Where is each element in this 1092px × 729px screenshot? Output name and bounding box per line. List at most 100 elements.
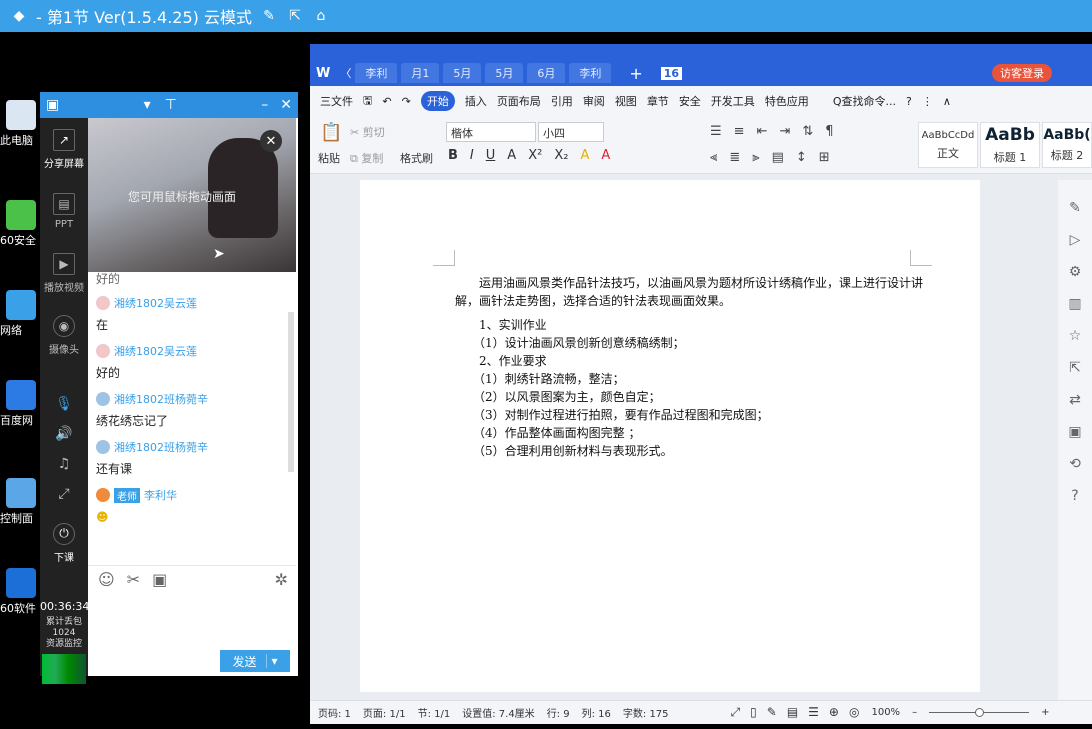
camera-button[interactable]: ◉ 摄像头 <box>40 304 88 366</box>
minimize-icon[interactable]: – <box>261 97 268 113</box>
menu-features[interactable]: 特色应用 <box>765 93 809 109</box>
show-marks-icon[interactable]: ¶ <box>825 124 833 139</box>
fit-icon[interactable]: ⤢ <box>731 705 741 720</box>
strikethrough-icon[interactable]: A <box>507 148 516 163</box>
speaker-icon[interactable]: 🔊 <box>55 426 72 442</box>
subscript-icon[interactable]: X₂ <box>554 148 568 163</box>
write-icon[interactable]: ✎ <box>767 705 777 720</box>
desktop-icon-software[interactable]: 60软件 <box>0 568 40 616</box>
align-center-icon[interactable]: ≣ <box>729 150 740 165</box>
outline-icon[interactable]: ☰ <box>808 705 819 720</box>
close-icon[interactable]: ✕ <box>280 97 292 113</box>
copy-button[interactable]: ⧉ 复制 <box>350 150 383 166</box>
numbered-list-icon[interactable]: ≡ <box>734 124 745 139</box>
bullet-list-icon[interactable]: ☰ <box>710 124 722 139</box>
settings-icon[interactable]: ✲ <box>275 570 288 589</box>
align-right-icon[interactable]: ⫸ <box>752 150 759 165</box>
align-left-icon[interactable]: ⫷ <box>710 150 717 165</box>
bold-icon[interactable]: B <box>448 148 458 163</box>
desktop-icon-computer[interactable]: 此电脑 <box>0 100 40 148</box>
justify-icon[interactable]: ▤ <box>772 150 784 165</box>
menu-insert[interactable]: 插入 <box>465 93 487 109</box>
home-icon[interactable]: ⌂ <box>312 7 330 25</box>
tab-doc[interactable]: 5月 <box>485 63 524 83</box>
zoom-in-icon[interactable]: + <box>1041 707 1049 718</box>
history-icon[interactable]: ⟲ <box>1069 456 1081 472</box>
library-icon[interactable]: ▥ <box>1068 296 1081 312</box>
chat-scrollbar[interactable] <box>288 312 294 472</box>
play-video-button[interactable]: ▶ 播放视频 <box>40 242 88 304</box>
paste-icon[interactable]: 📋 <box>320 122 342 143</box>
share-icon[interactable]: ⇱ <box>286 7 304 25</box>
style-normal[interactable]: AaBbCcDd 正文 <box>918 122 978 168</box>
camera-video[interactable]: 您可用鼠标拖动画面 ✕ ➤ <box>88 118 296 272</box>
desktop-icon-network[interactable]: 网络 <box>0 290 40 338</box>
share-screen-button[interactable]: ↗ 分享屏幕 <box>40 118 88 180</box>
line-spacing-icon[interactable]: ↕ <box>796 150 807 165</box>
style-heading-1[interactable]: AaBb 标题 1 <box>980 122 1040 168</box>
save-icon[interactable]: 🖫 <box>363 92 372 111</box>
underline-icon[interactable]: U <box>486 148 496 163</box>
microphone-icon[interactable]: 🎙 <box>55 396 73 412</box>
desktop-icon-360[interactable]: 60安全 <box>0 200 40 248</box>
page-view-icon[interactable]: ▤ <box>787 705 798 720</box>
tab-doc[interactable]: 李利 <box>569 63 612 83</box>
menu-view[interactable]: 视图 <box>615 93 637 109</box>
edit-icon[interactable]: ✎ <box>260 7 278 25</box>
tab-doc[interactable]: 李利 <box>355 63 398 83</box>
emoji-picker-icon[interactable]: ☺ <box>98 570 115 589</box>
font-select[interactable]: 楷体 <box>446 122 536 142</box>
scissors-icon[interactable]: ✂ <box>127 570 140 589</box>
border-icon[interactable]: ⊞ <box>819 150 830 165</box>
more-icon[interactable]: ⋮ <box>922 95 933 108</box>
highlight-icon[interactable]: A <box>580 148 589 163</box>
read-mode-icon[interactable]: ▯ <box>750 705 757 720</box>
new-tab-icon[interactable]: + <box>629 64 642 83</box>
superscript-icon[interactable]: X² <box>528 148 542 163</box>
tab-doc[interactable]: 月1 <box>401 63 440 83</box>
cut-button[interactable]: ✂ 剪切 <box>350 124 385 140</box>
style-heading-2[interactable]: AaBb( 标题 2 <box>1042 122 1092 168</box>
menu-home[interactable]: 开始 <box>420 91 455 111</box>
fullscreen-icon[interactable]: ⤢ <box>58 486 69 502</box>
menu-chapter[interactable]: 章节 <box>647 93 669 109</box>
zoom-level[interactable]: 100% <box>871 707 900 718</box>
menu-dev-tools[interactable]: 开发工具 <box>711 93 755 109</box>
chat-input[interactable] <box>88 593 296 645</box>
desktop-icon-control[interactable]: 控制面 <box>0 478 40 526</box>
pen-icon[interactable]: ✎ <box>1069 200 1081 216</box>
menu-review[interactable]: 审阅 <box>583 93 605 109</box>
menu-references[interactable]: 引用 <box>551 93 573 109</box>
zoom-slider[interactable] <box>929 708 1030 717</box>
tab-doc[interactable]: 5月 <box>443 63 482 83</box>
collapse-icon[interactable]: ∧ <box>943 95 951 108</box>
paste-label[interactable]: 粘贴 <box>318 150 340 166</box>
menu-layout[interactable]: 页面布局 <box>497 93 541 109</box>
end-class-button[interactable]: ⏻ 下课 <box>40 512 88 574</box>
tab-back-icon[interactable]: 〈 <box>340 65 351 81</box>
sort-icon[interactable]: ⇅ <box>802 124 813 139</box>
zoom-out-icon[interactable]: – <box>912 707 917 718</box>
send-options-icon[interactable]: ▾ <box>266 654 278 668</box>
ppt-button[interactable]: ▤ PPT <box>40 180 88 242</box>
login-button[interactable]: 访客登录 <box>992 64 1052 82</box>
tab-doc[interactable]: 6月 <box>527 63 566 83</box>
star-icon[interactable]: ☆ <box>1069 328 1082 344</box>
close-video-icon[interactable]: ✕ <box>260 130 282 152</box>
font-size-select[interactable]: 小四 <box>538 122 604 142</box>
outdent-icon[interactable]: ⇤ <box>757 124 768 139</box>
menu-file[interactable]: 三文件 <box>320 93 353 109</box>
menu-security[interactable]: 安全 <box>679 93 701 109</box>
pin-icon[interactable]: ⊤ <box>165 97 177 113</box>
italic-icon[interactable]: I <box>470 148 474 163</box>
search-command[interactable]: Q查找命令... <box>833 93 896 109</box>
format-painter-button[interactable]: 格式刷 <box>400 150 433 166</box>
adjust-icon[interactable]: ⚙ <box>1069 264 1082 280</box>
share-doc-icon[interactable]: ⇱ <box>1069 360 1081 376</box>
indent-icon[interactable]: ⇥ <box>779 124 790 139</box>
undo-icon[interactable]: ↶ <box>382 95 391 108</box>
help-circle-icon[interactable]: ? <box>1071 488 1078 504</box>
font-color-icon[interactable]: A <box>601 148 610 163</box>
desktop-icon-baidu[interactable]: 百度网 <box>0 380 40 428</box>
help-icon[interactable]: ? <box>906 95 912 108</box>
